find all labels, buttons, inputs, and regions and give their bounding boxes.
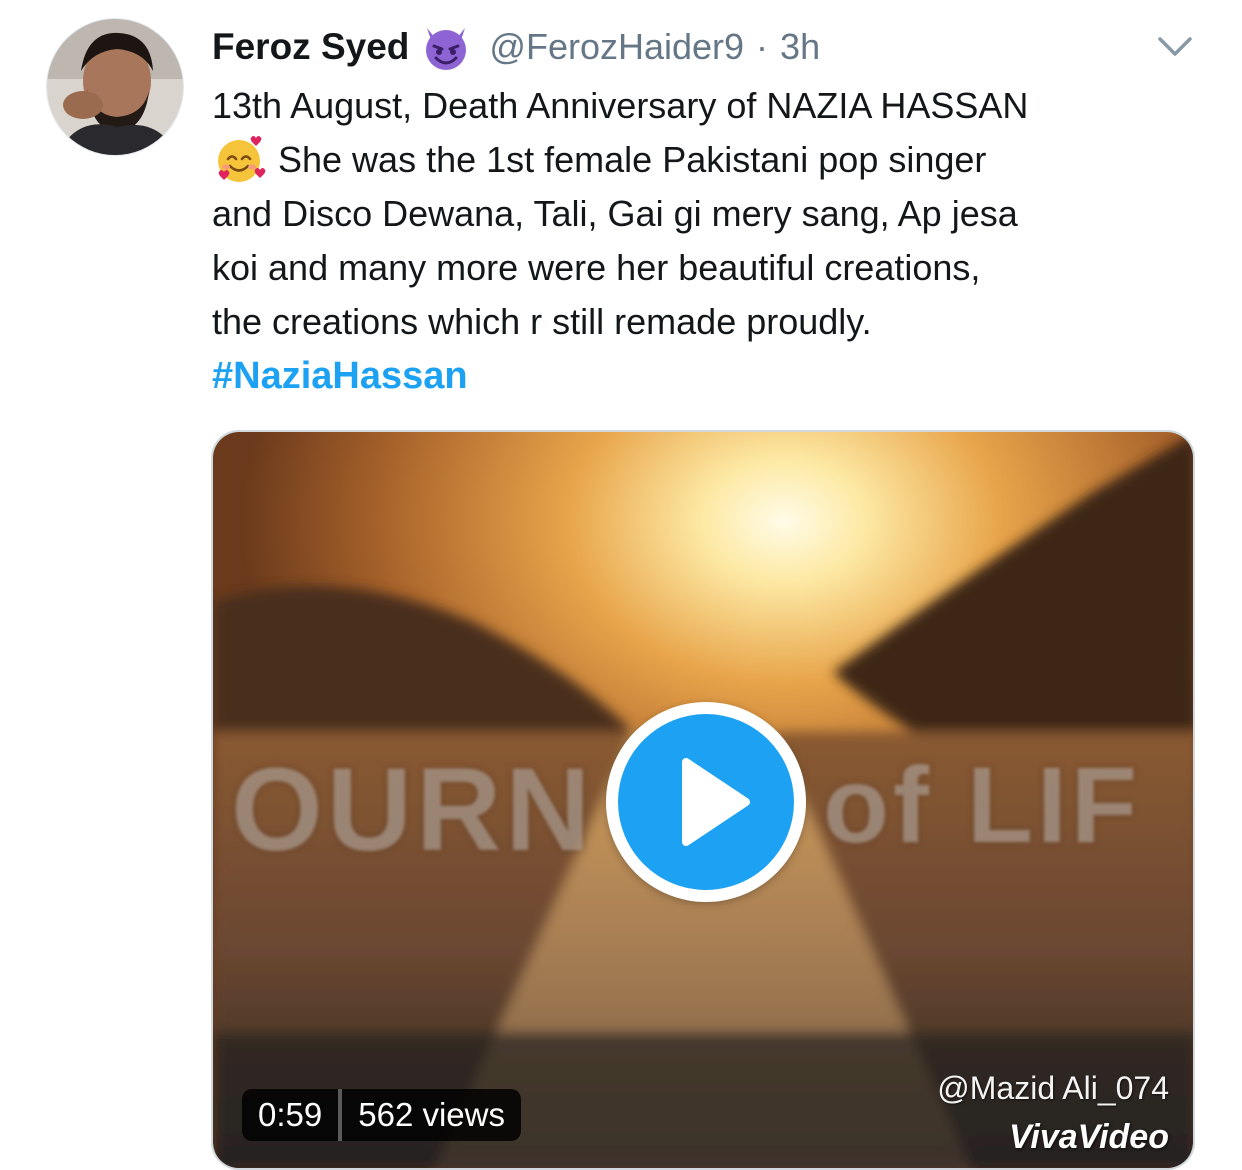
- video-overlay-text-right: of LIF: [823, 744, 1141, 865]
- author-display-name[interactable]: Feroz Syed: [212, 26, 409, 68]
- video-view-count: 562 views: [358, 1096, 505, 1133]
- chevron-down-icon[interactable]: [1156, 34, 1194, 60]
- tweet-text-line-with-emoji: She was the 1st female Pakistani pop sin…: [212, 133, 1212, 187]
- tweet-header: Feroz Syed @FerozHaider9 · 3h: [212, 22, 820, 72]
- hashtag-link[interactable]: #NaziaHassan: [212, 349, 468, 403]
- tweet-text-line: the creations which r still remade proud…: [212, 301, 872, 342]
- tweet-text-line: She was the 1st female Pakistani pop sin…: [278, 139, 987, 180]
- tweet-text: 13th August, Death Anniversary of NAZIA …: [212, 79, 1212, 349]
- play-button[interactable]: [606, 702, 806, 902]
- tweet-text-line: and Disco Dewana, Tali, Gai gi mery sang…: [212, 193, 1018, 234]
- tweet-text-line: 13th August, Death Anniversary of NAZIA …: [212, 85, 1029, 126]
- video-duration: 0:59: [258, 1096, 323, 1133]
- author-handle[interactable]: @FerozHaider9: [489, 26, 744, 68]
- header-separator: ·: [756, 26, 769, 67]
- video-watermark-handle: @Mazid Ali_074: [937, 1070, 1169, 1106]
- play-button-circle: [618, 714, 794, 890]
- tweet-text-line: koi and many more were her beautiful cre…: [212, 247, 981, 288]
- smiling-face-with-hearts-icon: [212, 134, 268, 184]
- play-icon: [682, 758, 750, 846]
- video-watermark-app: VivaVideo: [1009, 1118, 1169, 1156]
- video-info-badge: 0:59 562 views: [242, 1089, 521, 1141]
- smiling-imp-icon: [421, 22, 471, 72]
- avatar-image: [47, 19, 183, 155]
- video-player[interactable]: OURN of LIF 0:59 562 views @Mazid Ali_07…: [211, 430, 1195, 1170]
- author-avatar[interactable]: [46, 18, 184, 156]
- video-overlay-text-left: OURN: [231, 744, 595, 876]
- tweet-timestamp[interactable]: 3h: [780, 26, 820, 68]
